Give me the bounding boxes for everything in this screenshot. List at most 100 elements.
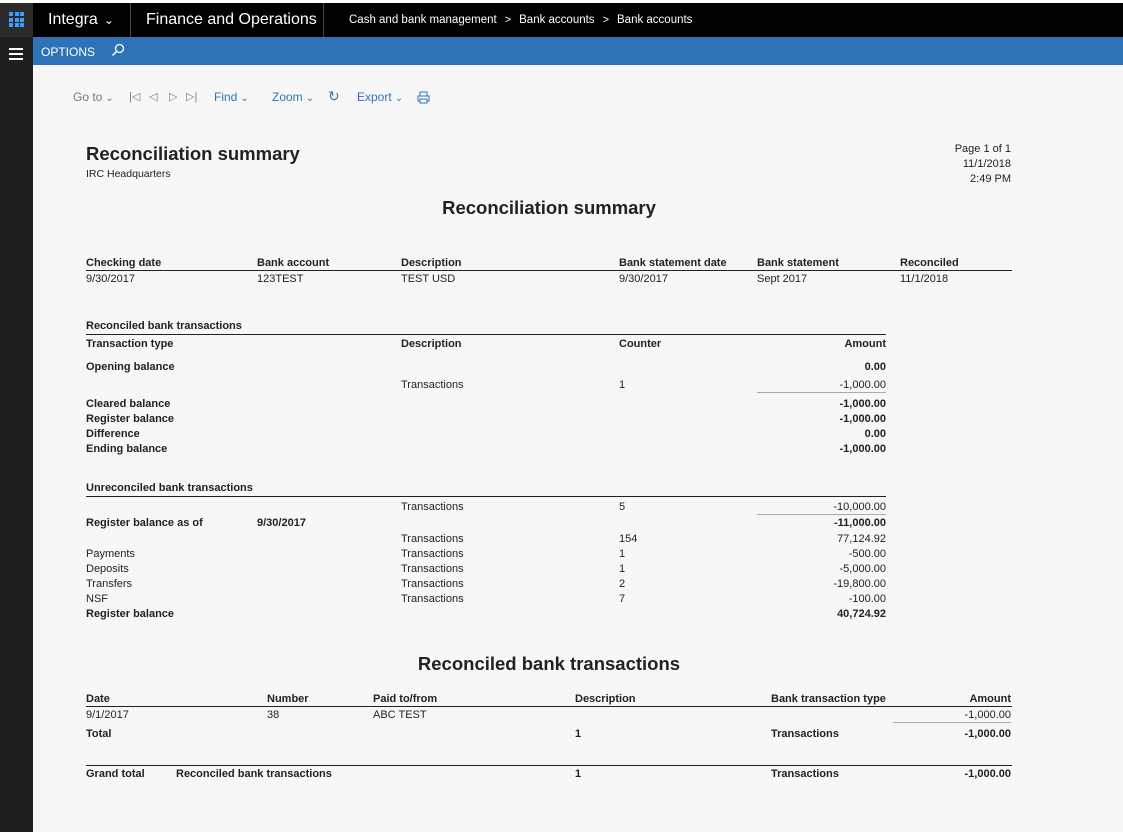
column-header: Transaction type [86,338,174,350]
amount: -100.00 [848,593,886,605]
amount: 77,124.92 [837,533,886,545]
row-label: Cleared balance [86,398,171,410]
breadcrumb-item[interactable]: Bank accounts [617,14,692,26]
table-cell: Transactions [401,578,464,590]
hamburger-menu-icon[interactable] [9,48,23,63]
table-cell: Sept 2017 [757,273,808,285]
last-page-icon[interactable]: ▷| [186,90,197,103]
table-cell: 1 [619,379,626,391]
column-header: Amount [969,693,1011,705]
amount: -500.00 [848,548,886,560]
app-launcher-button[interactable] [0,3,33,37]
amount: 0.00 [864,428,886,440]
row-label: NSF [86,593,108,605]
chevron-right-icon: > [602,14,609,26]
table-cell: Transactions [401,379,464,391]
row-label: Opening balance [86,361,175,373]
export-button[interactable]: Export ⌄ [357,90,403,104]
column-header: Description [401,338,462,350]
column-header: Bank account [257,257,330,269]
section-heading: Unreconciled bank transactions [86,482,253,494]
column-header: Reconciled [900,257,959,269]
table-cell: Transactions [401,533,464,545]
divider [86,334,886,335]
report-title: Reconciliation summary [86,143,300,164]
as-of-date: 9/30/2017 [257,517,306,529]
amount: -1,000.00 [964,709,1011,721]
app-name[interactable]: Finance and Operations [146,11,317,29]
divider [86,765,1012,766]
top-navigation-bar: Integra ⌄ Finance and Operations Cash and… [0,0,1123,37]
search-icon[interactable] [111,43,125,57]
table-cell: Transactions [401,548,464,560]
table-cell: 2 [619,578,626,590]
table-cell: TEST USD [401,273,456,285]
table-cell: 9/1/2017 [86,709,129,721]
table-cell: 7 [619,593,626,605]
options-tab[interactable]: OPTIONS [41,45,95,59]
waffle-icon [9,12,24,27]
report-time: 2:49 PM [970,173,1011,185]
row-label: Ending balance [86,443,168,455]
grand-total-type: Transactions [771,768,839,780]
column-header: Number [267,693,309,705]
chevron-down-icon: ⌄ [394,93,404,104]
first-page-icon[interactable]: |◁ [129,90,140,103]
divider [757,514,886,515]
row-label: Difference [86,428,140,440]
section-heading: Reconciled bank transactions [86,320,242,332]
chevron-down-icon: ⌄ [240,93,249,104]
row-label: Transfers [86,578,133,590]
grand-total-count: 1 [575,768,582,780]
refresh-icon[interactable]: ↻ [328,88,340,105]
divider [893,722,1011,723]
column-header: Bank statement [757,257,839,269]
divider [323,3,324,37]
chevron-down-icon: ⌄ [105,93,114,104]
report-date: 11/1/2018 [962,158,1011,170]
next-page-icon[interactable]: ▷ [169,90,177,103]
table-cell: Transactions [401,593,464,605]
amount: -1,000.00 [839,413,886,425]
table-cell: 11/1/2018 [900,273,949,285]
column-header: Checking date [86,257,162,269]
previous-page-icon[interactable]: ◁ [149,90,157,103]
company-picker[interactable]: Integra ⌄ [48,11,114,29]
row-label: Grand total [86,768,145,780]
amount: -1,000.00 [839,398,886,410]
divider [86,496,886,497]
chevron-down-icon: ⌄ [103,13,114,27]
amount: -5,000.00 [839,563,886,575]
print-icon[interactable] [417,91,430,104]
divider [130,3,131,37]
chevron-down-icon: ⌄ [305,93,315,104]
zoom-button[interactable]: Zoom ⌄ [272,90,314,104]
row-sublabel: Reconciled bank transactions [176,768,332,780]
table-cell: 154 [619,533,638,545]
breadcrumb: Cash and bank management > Bank accounts > B… [349,14,692,26]
company-label: Integra [48,11,98,28]
left-navigation-rail [0,37,33,832]
breadcrumb-item[interactable]: Cash and bank management [349,14,497,26]
amount: 0.00 [864,361,886,373]
column-header: Bank statement date [619,257,727,269]
breadcrumb-item[interactable]: Bank accounts [519,14,594,26]
divider [86,270,1012,271]
table-cell: Transactions [401,563,464,575]
table-cell: 1 [619,548,626,560]
table-cell: 123TEST [257,273,304,285]
table-cell: 38 [267,709,280,721]
amount: -1,000.00 [839,443,886,455]
column-header: Bank transaction type [771,693,886,705]
row-label: Register balance [86,608,175,620]
amount: -1,000.00 [964,728,1011,740]
find-button[interactable]: Find ⌄ [214,90,249,104]
company-name: IRC Headquarters [86,168,171,180]
column-header: Description [575,693,636,705]
section-title: Reconciliation summary [442,197,656,218]
amount: 40,724.92 [837,608,886,620]
table-cell: 1 [619,563,626,575]
table-cell: 9/30/2017 [86,273,135,285]
go-to-button[interactable]: Go to ⌄ [73,90,114,104]
divider [86,706,1012,707]
